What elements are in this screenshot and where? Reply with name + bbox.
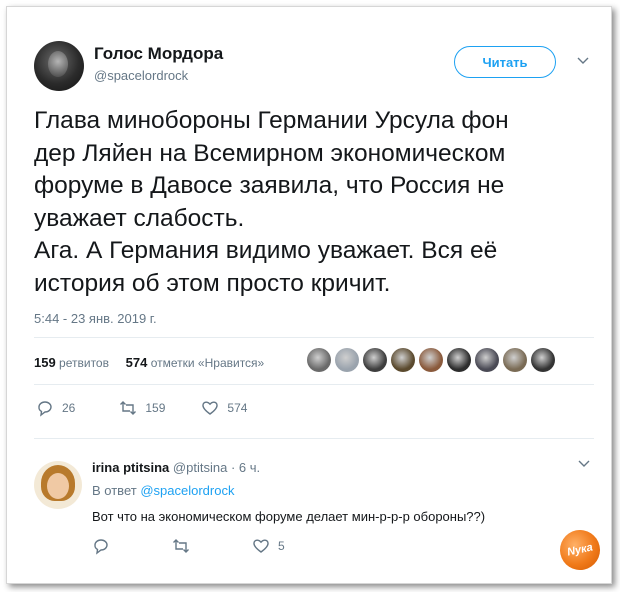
liker-avatar[interactable]	[503, 348, 527, 372]
reply-avatar[interactable]	[34, 461, 82, 509]
tweet-stats: 159 ретвитов 574 отметки «Нравится»	[34, 355, 264, 370]
follow-button[interactable]: Читать	[454, 46, 556, 78]
reply-text: Вот что на экономическом форуме делает м…	[92, 509, 486, 524]
likes-label[interactable]: отметки «Нравится»	[151, 356, 265, 370]
chevron-down-icon[interactable]	[577, 55, 589, 67]
liker-avatar[interactable]	[391, 348, 415, 372]
heart-icon	[253, 539, 269, 553]
author-name[interactable]: Голос Мордора	[94, 44, 223, 64]
reply-header: irina ptitsina @ptitsina · 6 ч.	[92, 460, 260, 475]
retweet-button[interactable]: 159	[119, 399, 165, 417]
tweet-timestamp[interactable]: 5:44 - 23 янв. 2019 г.	[34, 311, 157, 326]
reply-icon	[94, 539, 108, 555]
author-handle[interactable]: @spacelordrock	[94, 68, 188, 83]
divider	[34, 438, 594, 439]
divider	[34, 384, 594, 385]
liker-avatar[interactable]	[363, 348, 387, 372]
retweet-icon	[120, 401, 137, 415]
liker-avatar[interactable]	[307, 348, 331, 372]
reply-like-count: 5	[278, 539, 285, 553]
watermark-text: Νука	[566, 541, 594, 559]
in-reply-to: В ответ @spacelordrock	[92, 483, 234, 498]
tweet-actions: 26 159 574	[36, 399, 247, 417]
liker-avatar[interactable]	[335, 348, 359, 372]
in-reply-prefix: В ответ	[92, 483, 137, 498]
reply-count: 26	[62, 401, 76, 415]
retweets-count[interactable]: 159	[34, 355, 56, 370]
retweet-count: 159	[145, 401, 166, 415]
reply-actions: 5	[92, 537, 285, 555]
reply-retweet-button[interactable]	[172, 537, 190, 555]
likers-avatars	[307, 348, 555, 372]
reply-reply-button[interactable]	[92, 537, 110, 555]
reply-like-button[interactable]: 5	[252, 537, 285, 555]
like-button[interactable]: 574	[201, 399, 247, 417]
tweet-line: дер Ляйен на Всемирном экономическом	[34, 139, 506, 167]
chevron-down-icon[interactable]	[578, 458, 590, 470]
liker-avatar[interactable]	[419, 348, 443, 372]
tweet-text: Глава минобороны Германии Урсула фон дер…	[34, 105, 594, 300]
liker-avatar[interactable]	[531, 348, 555, 372]
tweet-line: форуме в Давосе заявила, что Россия не	[34, 172, 505, 199]
reply-icon	[38, 401, 52, 417]
likes-count[interactable]: 574	[126, 355, 148, 370]
tweet-line: Глава минобороны Германии Урсула фон	[34, 107, 509, 134]
divider	[34, 337, 594, 338]
like-count: 574	[227, 401, 248, 415]
author-avatar[interactable]	[34, 41, 84, 91]
liker-avatar[interactable]	[447, 348, 471, 372]
reply-author-handle[interactable]: @ptitsina	[173, 460, 227, 475]
liker-avatar[interactable]	[475, 348, 499, 372]
tweet-line: история об этом просто кричит.	[34, 269, 391, 297]
heart-icon	[202, 401, 219, 415]
reply-button[interactable]: 26	[36, 399, 75, 417]
reply-author-name[interactable]: irina ptitsina	[92, 460, 169, 475]
reply-time[interactable]: · 6 ч.	[231, 460, 260, 475]
tweet-line: уважает слабость.	[34, 204, 245, 232]
retweets-label[interactable]: ретвитов	[59, 356, 109, 370]
retweet-icon	[173, 539, 189, 553]
tweet-line: Ага. А Германия видимо уважает. Вся её	[34, 237, 498, 264]
in-reply-handle[interactable]: @spacelordrock	[140, 483, 234, 498]
